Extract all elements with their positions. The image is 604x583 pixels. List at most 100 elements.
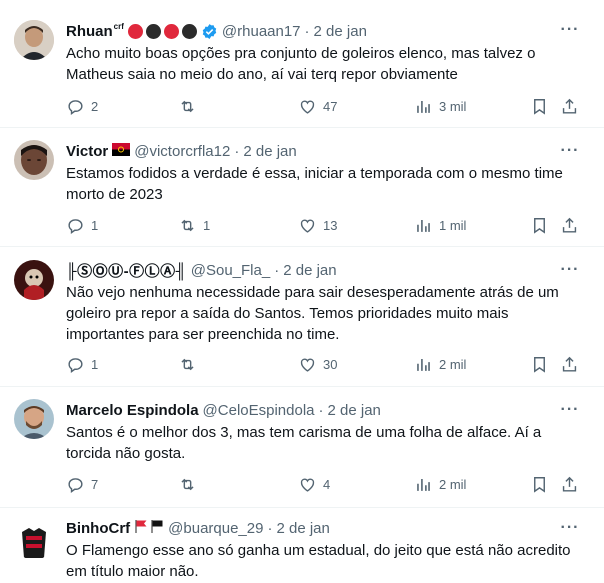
retweet-icon	[181, 478, 194, 490]
reply-button[interactable]: 7	[66, 473, 98, 495]
tweet-header: Victor @victorcrfla12 · 2 de jan	[66, 141, 297, 161]
like-button[interactable]: 30	[298, 353, 337, 375]
reply-icon	[68, 218, 83, 234]
author-name[interactable]: Marcelo Espindola	[66, 402, 199, 419]
red-flag-icon	[134, 519, 148, 537]
heart-icon	[300, 100, 315, 114]
bookmark-icon	[534, 476, 545, 493]
bookmark-icon	[534, 217, 545, 234]
reply-icon	[68, 357, 83, 373]
bookmark-button[interactable]	[530, 473, 549, 495]
bookmark-icon	[534, 98, 545, 115]
more-options-icon[interactable]: ···	[560, 400, 580, 420]
retweet-icon	[181, 358, 194, 370]
timestamp[interactable]: 2 de jan	[283, 262, 336, 279]
avatar[interactable]	[14, 399, 54, 439]
like-button[interactable]: 13	[298, 214, 337, 236]
emoji-red-circle	[163, 23, 179, 39]
author-name[interactable]: ╟ⓈⓄⓊ-ⒻⓁⒶ╢	[66, 260, 187, 281]
views-icon	[417, 100, 430, 113]
bookmark-button[interactable]	[530, 95, 549, 117]
reply-count: 7	[91, 476, 99, 492]
tweet-text: Acho muito boas opções pra conjunto de g…	[66, 45, 536, 83]
author-name[interactable]: BinhoCrf	[66, 520, 130, 537]
separator: ·	[318, 401, 324, 419]
bookmark-icon	[534, 356, 545, 373]
views-icon	[417, 358, 430, 371]
views-button[interactable]: 2 mil	[414, 353, 466, 375]
view-count: 3 mil	[439, 98, 467, 114]
tweet-text: O Flamengo esse ano só ganha um estadual…	[66, 542, 571, 580]
retweet-button[interactable]	[178, 95, 203, 117]
separator: ·	[304, 22, 310, 40]
avatar[interactable]	[14, 20, 54, 60]
share-button[interactable]	[560, 473, 579, 495]
like-count: 4	[323, 476, 331, 492]
reply-button[interactable]: 2	[66, 95, 98, 117]
tweet-actions: 2 47 3 mil	[62, 95, 592, 117]
bookmark-button[interactable]	[530, 214, 549, 236]
tweet-header: BinhoCrf @buarque_29 · 2 de jan	[66, 518, 330, 538]
share-button[interactable]	[560, 214, 579, 236]
author-name[interactable]: Victor	[66, 143, 108, 160]
share-button[interactable]	[560, 95, 579, 117]
tweet-actions: 1 30 2 mil	[62, 353, 592, 375]
reply-button[interactable]: 1	[66, 353, 98, 375]
share-icon	[562, 356, 577, 372]
timestamp[interactable]: 2 de jan	[314, 23, 367, 40]
tweet[interactable]: Victor @victorcrfla12 · 2 de jan ··· Est…	[0, 128, 604, 247]
tweet-header: Marcelo Espindola @CeloEspindola · 2 de …	[66, 400, 381, 420]
heart-icon	[300, 358, 315, 372]
author-handle[interactable]: @rhuaan17	[222, 23, 301, 40]
like-count: 30	[323, 356, 338, 372]
reply-icon	[68, 477, 83, 493]
tweet[interactable]: Marcelo Espindola @CeloEspindola · 2 de …	[0, 387, 604, 508]
author-handle[interactable]: @CeloEspindola	[203, 402, 315, 419]
tweet-actions: 7 4 2 mil	[62, 473, 592, 495]
separator: ·	[267, 519, 273, 537]
tweet[interactable]: ╟ⓈⓄⓊ-ⒻⓁⒶ╢ @Sou_Fla_ · 2 de jan ··· Não v…	[0, 247, 604, 387]
views-button[interactable]: 3 mil	[414, 95, 466, 117]
views-button[interactable]: 2 mil	[414, 473, 466, 495]
retweet-button[interactable]	[178, 473, 203, 495]
views-icon	[417, 219, 430, 232]
reply-count: 1	[91, 217, 99, 233]
more-options-icon[interactable]: ···	[560, 260, 580, 280]
emoji-black-circle	[145, 23, 161, 39]
avatar[interactable]	[14, 140, 54, 180]
retweet-count: 1	[203, 217, 211, 233]
reply-button[interactable]: 1	[66, 214, 98, 236]
verified-badge-icon	[201, 23, 218, 40]
more-options-icon[interactable]: ···	[560, 141, 580, 161]
retweet-button[interactable]: 1	[178, 214, 210, 236]
tweet[interactable]: Rhuan crf @rhuaan17 · 2 de jan ··· Acho …	[0, 0, 604, 128]
reply-count: 2	[91, 98, 99, 114]
tweet-header: Rhuan crf @rhuaan17 · 2 de jan	[66, 21, 367, 41]
like-button[interactable]: 47	[298, 95, 337, 117]
view-count: 1 mil	[439, 217, 467, 233]
author-handle[interactable]: @buarque_29	[168, 520, 263, 537]
bookmark-button[interactable]	[530, 353, 549, 375]
avatar[interactable]	[14, 260, 54, 300]
author-name[interactable]: Rhuan	[66, 23, 113, 40]
views-button[interactable]: 1 mil	[414, 214, 466, 236]
more-options-icon[interactable]: ···	[560, 518, 580, 538]
timestamp[interactable]: 2 de jan	[243, 143, 296, 160]
author-handle[interactable]: @Sou_Fla_	[191, 262, 270, 279]
share-icon	[562, 217, 577, 233]
like-button[interactable]: 4	[298, 473, 330, 495]
view-count: 2 mil	[439, 476, 467, 492]
tweet[interactable]: BinhoCrf @buarque_29 · 2 de jan ··· O Fl…	[0, 508, 604, 583]
angola-flag-icon	[112, 142, 131, 160]
timestamp[interactable]: 2 de jan	[328, 402, 381, 419]
reply-count: 1	[91, 356, 99, 372]
tweet-text: Santos é o melhor dos 3, mas tem carisma…	[66, 424, 542, 462]
author-handle[interactable]: @victorcrfla12	[134, 143, 230, 160]
share-button[interactable]	[560, 353, 579, 375]
tweet-actions: 1 1 13 1 mil	[62, 214, 592, 236]
retweet-button[interactable]	[178, 353, 203, 375]
more-options-icon[interactable]: ···	[560, 20, 580, 40]
timestamp[interactable]: 2 de jan	[276, 520, 329, 537]
avatar[interactable]	[14, 520, 54, 560]
tweet-text: Não vejo nenhuma necessidade para sair d…	[66, 284, 559, 343]
